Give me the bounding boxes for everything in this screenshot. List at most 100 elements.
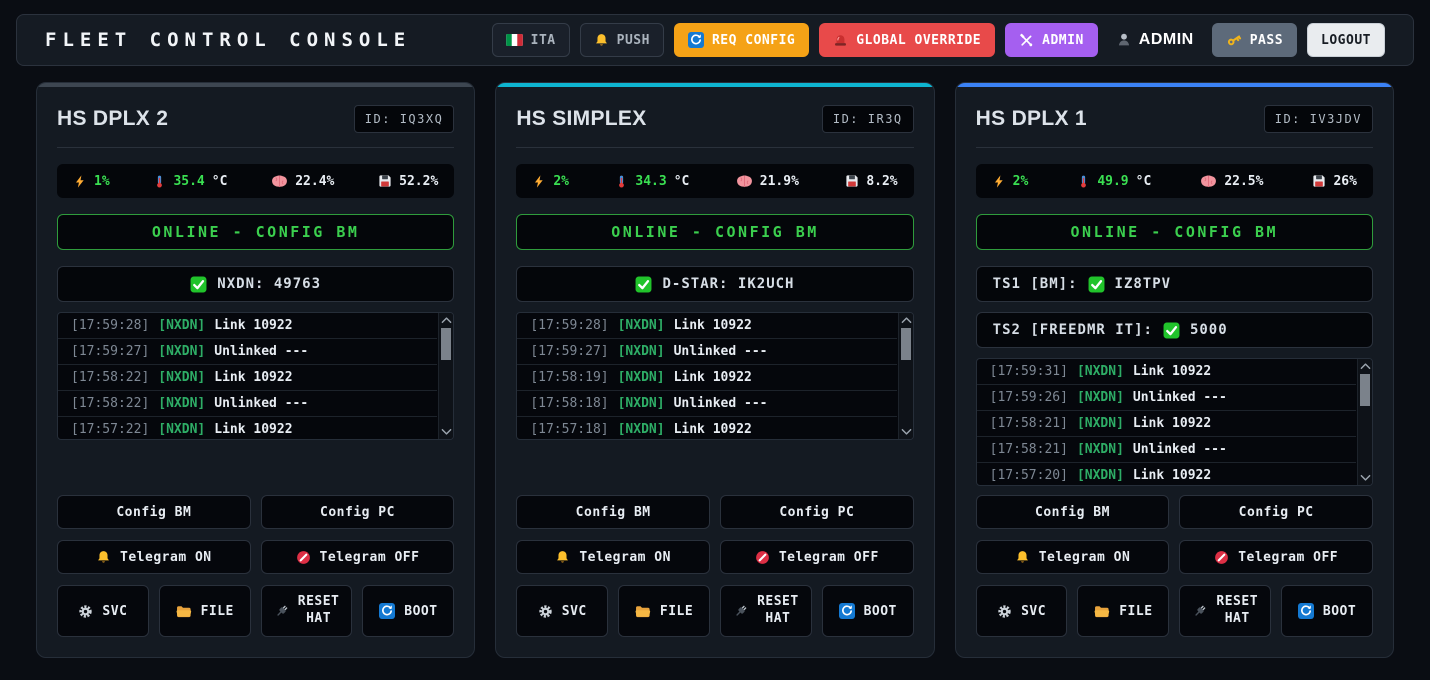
file-button[interactable]: FILE (618, 585, 710, 637)
temp-stat-value: 35.4 (173, 174, 204, 189)
log-scrollbar[interactable] (438, 313, 453, 439)
cpu-stat: 22.5% (1200, 174, 1263, 189)
config-bm-button[interactable]: Config BM (57, 495, 251, 529)
scroll-up-icon[interactable] (901, 316, 912, 324)
scroll-down-icon[interactable] (901, 428, 912, 436)
check-icon (1088, 276, 1105, 293)
cycle-icon (1298, 603, 1314, 619)
scroll-down-icon[interactable] (1360, 474, 1371, 482)
cards-row: HS DPLX 2 ID: IQ3XQ 1% 35.4°C 22.4% 52.2… (36, 82, 1394, 658)
card-accent-bar (956, 83, 1393, 87)
temp-stat: 35.4°C (153, 174, 227, 189)
log-timestamp: [17:57:18] (530, 422, 608, 437)
telegram-on-label: Telegram ON (579, 550, 671, 565)
svc-button[interactable]: SVC (516, 585, 608, 637)
scrollbar-thumb[interactable] (901, 328, 911, 360)
user-icon (1116, 32, 1132, 48)
log-row: [17:57:22][NXDN]Link 10922 (58, 417, 437, 440)
device-id-badge: ID: IQ3XQ (354, 105, 455, 133)
log-timestamp: [17:58:22] (71, 370, 149, 385)
telegram-off-button[interactable]: Telegram OFF (720, 540, 914, 574)
temp-stat: 34.3°C (615, 174, 689, 189)
log-message: Link 10922 (214, 370, 292, 385)
boot-label: BOOT (864, 604, 897, 619)
telegram-off-button[interactable]: Telegram OFF (261, 540, 455, 574)
log-timestamp: [17:58:21] (990, 442, 1068, 457)
card-title: HS DPLX 1 (976, 107, 1087, 131)
pass-button[interactable]: PASS (1212, 23, 1297, 57)
log-scrollbar[interactable] (898, 313, 913, 439)
scrollbar-thumb[interactable] (441, 328, 451, 360)
divider (516, 147, 913, 148)
file-button[interactable]: FILE (1077, 585, 1169, 637)
app-title: FLEET CONTROL CONSOLE (45, 29, 411, 51)
reset-hat-button[interactable]: RESET HAT (720, 585, 812, 637)
telegram-on-label: Telegram ON (1039, 550, 1131, 565)
log-row: [17:58:21][NXDN]Unlinked --- (977, 437, 1356, 463)
language-button[interactable]: ITA (492, 23, 570, 57)
flag-ita-icon (506, 34, 523, 46)
log-scrollbar[interactable] (1357, 359, 1372, 485)
req-config-button[interactable]: REQ CONFIG (674, 23, 809, 57)
global-override-button[interactable]: GLOBAL OVERRIDE (819, 23, 995, 57)
check-icon (635, 276, 652, 293)
config-pc-button[interactable]: Config PC (261, 495, 455, 529)
connection-rows: NXDN: 49763 (57, 266, 454, 302)
telegram-on-button[interactable]: Telegram ON (976, 540, 1170, 574)
scroll-up-icon[interactable] (441, 316, 452, 324)
log-protocol-tag: [NXDN] (618, 422, 665, 437)
log-protocol-tag: [NXDN] (618, 318, 665, 333)
gear-icon (997, 604, 1012, 619)
reset-hat-label: RESET HAT (1216, 594, 1258, 628)
card-accent-bar (496, 83, 933, 87)
config-pc-button[interactable]: Config PC (720, 495, 914, 529)
scroll-up-icon[interactable] (1360, 362, 1371, 370)
svc-label: SVC (562, 604, 587, 619)
push-label: PUSH (617, 33, 650, 48)
log-panel: [17:59:31][NXDN]Link 10922[17:59:26][NXD… (976, 358, 1373, 486)
reset-hat-button[interactable]: RESET HAT (261, 585, 353, 637)
thermometer-icon (153, 174, 166, 189)
log-timestamp: [17:58:21] (990, 416, 1068, 431)
push-button[interactable]: PUSH (580, 23, 664, 57)
log-protocol-tag: [NXDN] (618, 344, 665, 359)
temp-stat-value: 34.3 (635, 174, 666, 189)
config-pc-button[interactable]: Config PC (1179, 495, 1373, 529)
config-bm-button[interactable]: Config BM (976, 495, 1170, 529)
telegram-on-button[interactable]: Telegram ON (57, 540, 251, 574)
svc-button[interactable]: SVC (976, 585, 1068, 637)
telegram-on-button[interactable]: Telegram ON (516, 540, 710, 574)
reset-hat-button[interactable]: RESET HAT (1179, 585, 1271, 637)
telegram-off-button[interactable]: Telegram OFF (1179, 540, 1373, 574)
file-label: FILE (660, 604, 693, 619)
log-row: [17:59:27][NXDN]Unlinked --- (58, 339, 437, 365)
file-label: FILE (201, 604, 234, 619)
boot-label: BOOT (404, 604, 437, 619)
power-stat-value: 1% (94, 174, 110, 189)
config-bm-button[interactable]: Config BM (516, 495, 710, 529)
bell-icon (96, 550, 111, 565)
admin-button[interactable]: ADMIN (1005, 23, 1098, 57)
telegram-off-label: Telegram OFF (1238, 550, 1338, 565)
check-icon (1163, 322, 1180, 339)
reset-hat-label: RESET HAT (298, 594, 340, 628)
boot-button[interactable]: BOOT (822, 585, 914, 637)
bell-icon (1015, 550, 1030, 565)
log-timestamp: [17:59:28] (530, 318, 608, 333)
logout-button[interactable]: LOGOUT (1307, 23, 1385, 57)
boot-button[interactable]: BOOT (362, 585, 454, 637)
log-timestamp: [17:59:31] (990, 364, 1068, 379)
scrollbar-thumb[interactable] (1360, 374, 1370, 406)
cpu-stat-value: 21.9% (760, 174, 799, 189)
language-label: ITA (531, 33, 556, 48)
svc-button[interactable]: SVC (57, 585, 149, 637)
folder-icon (635, 605, 651, 618)
power-stat: 1% (73, 174, 110, 189)
file-button[interactable]: FILE (159, 585, 251, 637)
disk-icon (378, 174, 392, 188)
boot-button[interactable]: BOOT (1281, 585, 1373, 637)
log-protocol-tag: [NXDN] (158, 344, 205, 359)
log-protocol-tag: [NXDN] (618, 396, 665, 411)
log-protocol-tag: [NXDN] (1077, 468, 1124, 483)
scroll-down-icon[interactable] (441, 428, 452, 436)
